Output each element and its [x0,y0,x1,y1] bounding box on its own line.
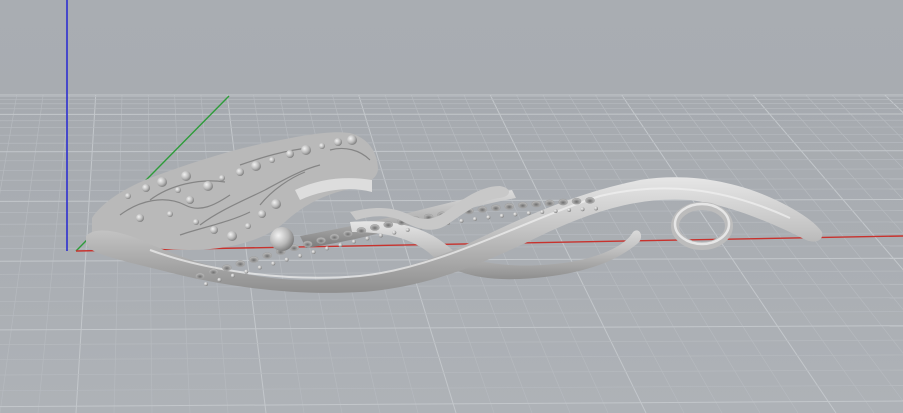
blade-dot [325,246,330,251]
blade-dimple [262,252,273,259]
ornament-bead [136,214,144,222]
ornament-bead [301,145,311,155]
3d-viewport[interactable] [0,0,903,413]
blade-dimple [329,233,340,241]
ornament-bead [347,135,357,145]
ornament-bead [186,196,194,204]
blade-dot [567,208,572,213]
blade-dot [594,206,598,211]
ornament-bead [251,161,261,171]
blade-dot [217,277,222,282]
blade-dimple [585,197,595,204]
blade-dot [580,207,585,212]
pendant-joint-bead [270,227,294,251]
blade-dimple [222,264,232,271]
ornament-bead [157,177,167,187]
ornament-bead [210,226,218,234]
blade-dimple [558,198,568,206]
blade-dimple [517,201,528,209]
blade-dot [513,212,518,217]
blade-dot [553,208,558,213]
blade-dimple [370,224,380,231]
blade-dot [486,215,491,220]
blade-dot [540,210,545,215]
ornament-bead [203,181,213,191]
ornament-bead [271,199,281,209]
viewport-canvas[interactable] [0,0,903,413]
blade-dot [338,242,343,247]
ornament-bead [167,211,173,217]
blade-dot [499,213,504,218]
ornament-bead [142,184,150,192]
ornament-bead [334,138,342,146]
blade-dot [257,265,262,270]
blade-dot [472,217,477,222]
blade-dimple [302,240,313,248]
ornament-bead [319,143,325,149]
ornament-bead [125,193,131,199]
blade-dimple [248,256,259,263]
blade-dimple [504,203,515,210]
blade-dimple [316,237,326,244]
blade-dimple [235,260,246,267]
ornament-bead [175,187,181,193]
blade-dot [271,261,276,266]
blade-dimple [343,230,353,237]
blade-dimple [356,227,367,234]
blade-dimple [544,199,555,207]
blade-dot [311,250,316,255]
blade-dot [392,230,397,235]
blade-dot [526,211,531,216]
ornament-bead [227,231,237,241]
ornament-bead [286,150,294,158]
blade-dot [298,253,303,258]
blade-dot [351,239,356,244]
blade-dot [365,236,370,241]
blade-dot [284,257,289,262]
ornament-bead [236,168,244,176]
blade-dimple [195,272,205,280]
blade-dimple [531,200,542,208]
blade-dot [405,227,410,232]
ornament-bead [245,223,251,229]
blade-dimple [491,204,501,212]
blade-dimple [477,206,488,213]
blade-dimple [571,197,582,205]
ornament-bead [181,171,191,181]
blade-dot [378,233,383,238]
ornament-bead [193,219,199,225]
blade-dot [244,269,249,274]
blade-dot [204,282,208,286]
blade-dot [230,273,235,278]
blade-dot [459,218,464,223]
ornament-bead [219,175,225,181]
blade-dimple [383,221,394,228]
ornament-bead [269,157,275,163]
ornament-bead [258,210,266,218]
blade-dimple [208,268,219,276]
